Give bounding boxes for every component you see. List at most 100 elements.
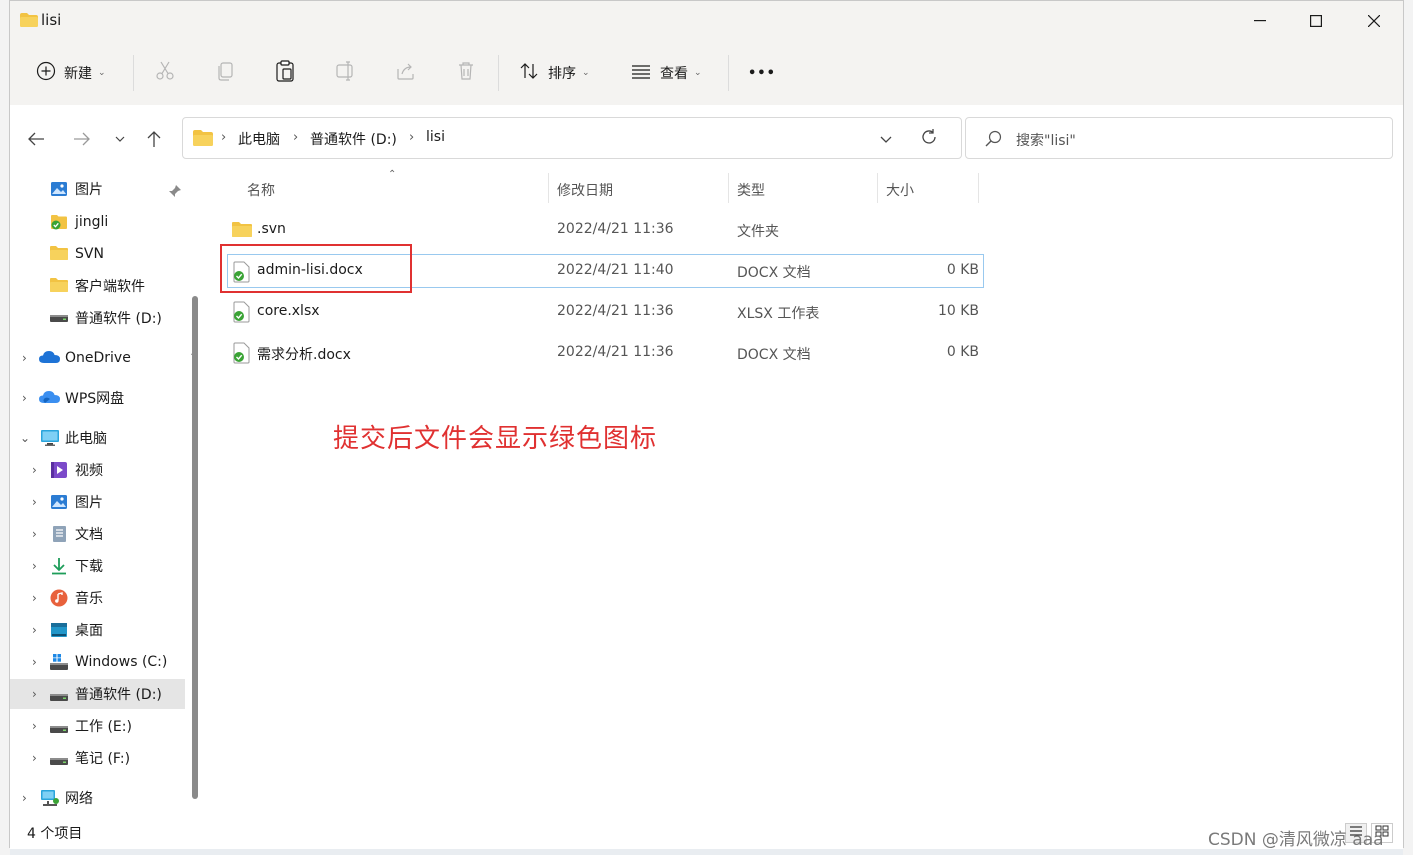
new-button[interactable]: 新建 ⌄ [36, 59, 106, 87]
sort-arrows-icon [518, 60, 540, 86]
file-row-requirements[interactable]: 需求分析.docx 2022/4/21 11:36 DOCX 文档 0 KB [227, 336, 984, 370]
sidebar-item-pictures[interactable]: › 图片 [10, 487, 185, 517]
sidebar-item-label: 图片 [75, 495, 103, 511]
sidebar-item-drive-e[interactable]: › 工作 (E:) [10, 711, 185, 741]
sidebar-item-wps-drive[interactable]: › WPS网盘 [10, 383, 185, 413]
breadcrumb-this-pc[interactable]: 此电脑 [238, 129, 280, 149]
sidebar-item-pictures-quick[interactable]: 图片 [10, 174, 185, 204]
sidebar-item-drive-f[interactable]: › 笔记 (F:) [10, 743, 185, 773]
watermark: CSDN @清风微凉 aaa [1208, 830, 1384, 850]
paste-button[interactable] [274, 59, 296, 87]
minimize-button[interactable] [1232, 6, 1288, 36]
sidebar-item-label: 工作 (E:) [75, 719, 132, 735]
sidebar-item-jingli[interactable]: jingli [10, 207, 185, 237]
search-placeholder: 搜索"lisi" [1016, 133, 1076, 149]
chevron-right-icon[interactable]: › [22, 351, 27, 365]
pictures-icon [50, 180, 68, 198]
column-header-type[interactable]: 类型 [737, 180, 765, 200]
sidebar-item-label: WPS网盘 [65, 391, 125, 407]
refresh-icon[interactable] [920, 128, 938, 150]
chevron-right-icon[interactable]: › [32, 623, 37, 637]
rename-icon [335, 60, 357, 86]
sidebar-item-label: 普通软件 (D:) [75, 311, 162, 327]
clipboard-icon [274, 59, 296, 87]
item-count: 4 个项目 [27, 826, 83, 842]
up-button[interactable] [140, 127, 168, 151]
chevron-right-icon[interactable]: › [32, 527, 37, 541]
column-header-name[interactable]: 名称 [247, 180, 275, 200]
copy-button[interactable] [215, 59, 237, 87]
chevron-right-icon[interactable]: › [22, 391, 27, 405]
share-button[interactable] [395, 59, 417, 87]
chevron-right-icon[interactable]: › [32, 591, 37, 605]
delete-button[interactable] [455, 59, 477, 87]
music-icon [50, 589, 68, 607]
toolbar-divider [498, 55, 499, 91]
chevron-right-icon[interactable]: › [32, 463, 37, 477]
copy-icon [215, 60, 237, 86]
sidebar-item-network[interactable]: › 网络 [10, 783, 185, 813]
column-header-size[interactable]: 大小 [886, 180, 914, 200]
breadcrumb-lisi[interactable]: lisi [426, 129, 445, 145]
monitor-icon [40, 429, 59, 447]
sort-label: 排序 [548, 66, 576, 82]
sort-button[interactable]: 排序 ⌄ [518, 59, 590, 87]
sidebar-item-this-pc[interactable]: ⌄ 此电脑 [10, 423, 185, 453]
chevron-down-icon[interactable] [880, 132, 892, 148]
file-name: core.xlsx [257, 303, 320, 319]
chevron-right-icon[interactable]: › [32, 495, 37, 509]
scissors-icon [154, 60, 176, 86]
wps-cloud-icon [39, 390, 60, 408]
sidebar-item-label: jingli [75, 214, 109, 230]
sidebar-item-music[interactable]: › 音乐 [10, 583, 185, 613]
toolbar-divider [728, 55, 729, 91]
sidebar-item-desktop[interactable]: › 桌面 [10, 615, 185, 645]
close-button[interactable] [1346, 6, 1402, 36]
file-row-core[interactable]: core.xlsx 2022/4/21 11:36 XLSX 工作表 10 KB [227, 295, 984, 329]
chevron-right-icon[interactable]: › [32, 559, 37, 573]
more-options-button[interactable]: ••• [748, 59, 776, 87]
folder-icon [193, 130, 213, 150]
sidebar-item-svn[interactable]: SVN [10, 239, 185, 269]
chevron-right-icon[interactable]: › [32, 687, 37, 701]
svn-green-file-icon [232, 301, 252, 327]
sidebar-scrollbar[interactable] [192, 296, 198, 799]
rename-button[interactable] [335, 59, 357, 87]
search-box[interactable]: 搜索"lisi" [965, 117, 1393, 159]
share-icon [395, 60, 417, 86]
back-button[interactable] [22, 127, 50, 151]
column-divider[interactable] [877, 173, 878, 203]
sidebar-item-videos[interactable]: › 视频 [10, 455, 185, 485]
forward-button[interactable] [68, 127, 96, 151]
command-bar: 新建 ⌄ 排序 ⌄ 查看 ⌄ ••• [10, 41, 1403, 106]
maximize-button[interactable] [1288, 6, 1344, 36]
column-divider[interactable] [728, 173, 729, 203]
chevron-right-icon[interactable]: › [32, 751, 37, 765]
column-header-modified[interactable]: 修改日期 [557, 180, 613, 200]
cut-button[interactable] [154, 59, 176, 87]
sidebar-item-label: OneDrive [65, 350, 131, 366]
column-divider[interactable] [548, 173, 549, 203]
chevron-right-icon[interactable]: › [22, 791, 27, 805]
recent-locations-button[interactable] [106, 127, 134, 151]
chevron-right-icon[interactable]: › [32, 719, 37, 733]
chevron-right-icon[interactable]: › [32, 655, 37, 669]
sidebar-item-onedrive[interactable]: › OneDrive [10, 343, 185, 373]
pictures-icon [50, 493, 68, 511]
column-divider[interactable] [978, 173, 979, 203]
breadcrumb-drive-d[interactable]: 普通软件 (D:) [310, 129, 397, 149]
folder-icon [50, 245, 68, 263]
sidebar-item-windows-c[interactable]: › Windows (C:) [10, 647, 185, 677]
sidebar-item-documents[interactable]: › 文档 [10, 519, 185, 549]
sidebar-item-label: 网络 [65, 791, 93, 807]
view-button[interactable]: 查看 ⌄ [630, 59, 702, 87]
sidebar-item-downloads[interactable]: › 下载 [10, 551, 185, 581]
address-bar[interactable]: › 此电脑 › 普通软件 (D:) › lisi [182, 117, 962, 159]
chevron-down-icon[interactable]: ⌄ [20, 431, 30, 445]
video-icon [50, 461, 68, 479]
sidebar-item-drive-d[interactable]: › 普通软件 (D:) [10, 679, 185, 709]
background-window-edge-right [1403, 0, 1413, 855]
sidebar-item-drive-d-quick[interactable]: 普通软件 (D:) [10, 303, 185, 333]
file-row-svn[interactable]: .svn 2022/4/21 11:36 文件夹 [227, 213, 984, 247]
sidebar-item-client-software[interactable]: 客户端软件 [10, 271, 185, 301]
